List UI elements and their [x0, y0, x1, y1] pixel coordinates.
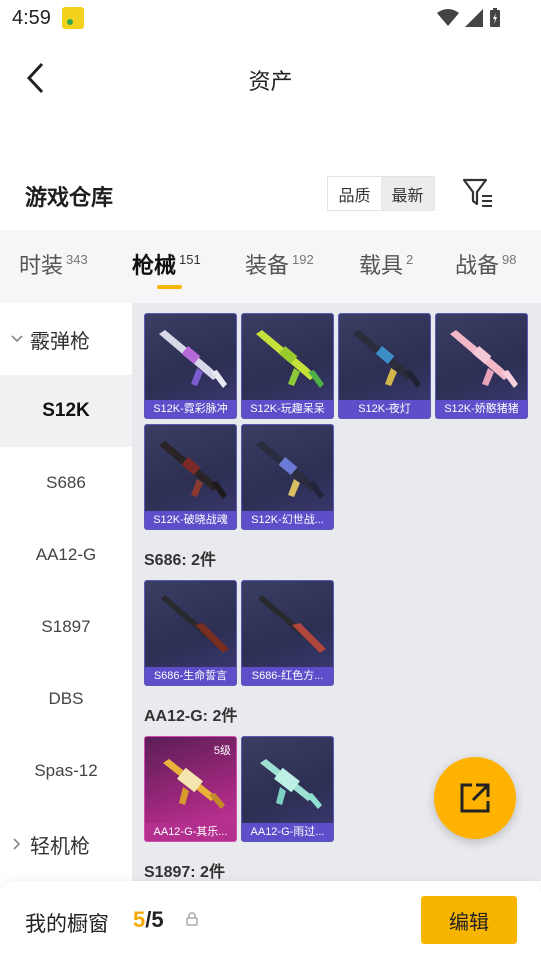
weapon-category-nav: 霰弹枪 S12K S686 AA12-G S1897 DBS Spas-12 轻…	[0, 303, 132, 881]
rifle-icon	[260, 759, 322, 809]
weapon-card[interactable]: S686-生命誓言	[144, 580, 237, 686]
nav-item-s1897[interactable]: S1897	[0, 591, 132, 663]
signal-icon	[465, 9, 483, 27]
weapon-card[interactable]: 5级 AA12-G-其乐...	[144, 736, 237, 842]
active-tab-indicator	[157, 285, 182, 289]
status-bar: 4:59	[0, 0, 541, 38]
weapon-card[interactable]: S12K-夜灯	[338, 313, 431, 419]
tab-label: 载具	[359, 253, 404, 278]
tab-count: 2	[406, 252, 414, 267]
nav-group-lmg[interactable]: 轻机枪	[0, 808, 132, 880]
status-icons	[437, 8, 501, 28]
weapon-card-label: S686-红色方...	[242, 667, 333, 685]
filter-icon	[462, 178, 492, 207]
weapon-card-label: S12K-娇憨猪猪	[436, 400, 527, 418]
warehouse-title: 游戏仓库	[25, 185, 114, 210]
chevron-down-icon	[10, 332, 24, 346]
tab-count: 151	[179, 252, 201, 267]
nav-group-label: 轻机枪	[30, 835, 90, 858]
weapon-card[interactable]: S12K-破晓战魂	[144, 424, 237, 530]
tab-label: 装备	[245, 253, 290, 278]
weapon-card-label: S12K-夜灯	[339, 400, 430, 418]
nav-group-label: 霰弹枪	[30, 330, 90, 353]
tab-firearms[interactable]: 枪械 151	[132, 248, 201, 280]
tab-label: 枪械	[132, 253, 177, 278]
tab-supplies[interactable]: 战备 98	[455, 248, 516, 280]
weapon-card-label: S686-生命誓言	[145, 667, 236, 685]
weapon-card[interactable]: S686-红色方...	[241, 580, 334, 686]
tab-equipment[interactable]: 装备 192	[245, 248, 314, 280]
showcase-total: 5	[151, 907, 164, 932]
weapon-card[interactable]: AA12-G-雨过...	[241, 736, 334, 842]
edit-button[interactable]: 编辑	[421, 896, 517, 944]
nav-item-s12k[interactable]: S12K	[0, 375, 132, 447]
status-time: 4:59	[12, 7, 51, 29]
wifi-icon	[437, 9, 459, 26]
chevron-right-icon	[10, 837, 24, 851]
tab-label: 时装	[19, 253, 64, 278]
showcase-label: 我的橱窗	[25, 913, 109, 936]
header: 资产	[0, 38, 541, 118]
shotgun-icon	[256, 441, 324, 499]
shotgun-icon	[258, 595, 326, 653]
filter-button[interactable]	[461, 176, 495, 210]
battery-icon	[490, 8, 500, 27]
share-button[interactable]	[434, 757, 516, 839]
showcase-count: 5/5	[133, 907, 164, 933]
shotgun-icon	[256, 330, 324, 388]
weapon-card-label: S12K-玩趣呆呆	[242, 400, 333, 418]
tab-count: 343	[66, 252, 88, 267]
weapon-card-label: AA12-G-其乐...	[145, 823, 236, 841]
weapon-card-label: S12K-幻世战...	[242, 511, 333, 529]
weapon-card-label: S12K-破晓战魂	[145, 511, 236, 529]
weapon-card-label: AA12-G-雨过...	[242, 823, 333, 841]
tab-count: 192	[292, 252, 314, 267]
sort-newest-button[interactable]: 最新	[381, 177, 434, 210]
weapon-card[interactable]: S12K-幻世战...	[241, 424, 334, 530]
shotgun-icon	[353, 330, 421, 388]
tab-vehicles[interactable]: 载具 2	[359, 248, 413, 280]
section-header-s686: S686: 2件	[144, 552, 217, 569]
nav-item-spas12[interactable]: Spas-12	[0, 735, 132, 807]
shotgun-icon	[450, 330, 518, 388]
shotgun-icon	[159, 330, 227, 388]
shotgun-icon	[161, 595, 229, 653]
page-title: 资产	[248, 69, 293, 94]
showcase-current: 5	[133, 907, 146, 932]
app-notification-icon	[62, 7, 84, 29]
tab-label: 战备	[455, 253, 500, 278]
section-header-aa12g: AA12-G: 2件	[144, 708, 238, 725]
weapon-card-label: S12K-霓彩脉冲	[145, 400, 236, 418]
nav-group-shotgun[interactable]: 霰弹枪	[0, 303, 132, 375]
tab-fashion[interactable]: 时装 343	[19, 248, 88, 280]
share-icon	[460, 783, 490, 813]
showcase-bar: 我的橱窗 5/5 编辑	[0, 881, 541, 962]
rifle-icon	[163, 759, 225, 809]
nav-item-aa12g[interactable]: AA12-G	[0, 519, 132, 591]
nav-item-dbs[interactable]: DBS	[0, 663, 132, 735]
lock-icon	[186, 912, 198, 926]
section-header-s1897: S1897: 2件	[144, 864, 225, 881]
weapon-card[interactable]: S12K-霓彩脉冲	[144, 313, 237, 419]
weapon-card[interactable]: S12K-娇憨猪猪	[435, 313, 528, 419]
sort-toggle: 品质 最新	[327, 176, 435, 211]
nav-item-s686[interactable]: S686	[0, 447, 132, 519]
tab-count: 98	[502, 252, 517, 267]
weapon-card[interactable]: S12K-玩趣呆呆	[241, 313, 334, 419]
sort-quality-button[interactable]: 品质	[328, 177, 381, 210]
category-tabs: 时装 343 枪械 151 装备 192 载具 2 战备 98	[0, 230, 541, 303]
shotgun-icon	[159, 441, 227, 499]
